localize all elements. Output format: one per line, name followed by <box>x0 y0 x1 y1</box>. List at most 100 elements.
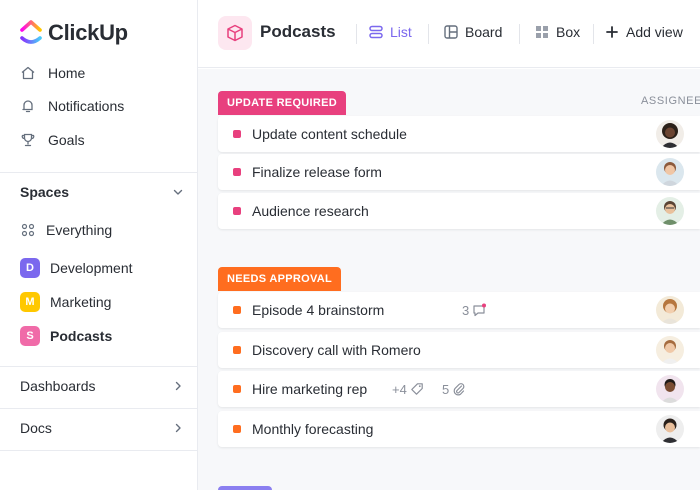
assignee-avatar[interactable] <box>656 375 684 403</box>
space-badge-marketing: M <box>20 292 40 312</box>
avatar-person-icon <box>656 415 684 443</box>
task-row[interactable]: Audience research <box>218 193 700 229</box>
task-name[interactable]: Episode 4 brainstorm <box>252 302 384 318</box>
comment-count[interactable]: 3 <box>462 302 487 318</box>
assignee-avatar[interactable] <box>656 158 684 186</box>
dashboards-label: Dashboards <box>20 378 96 394</box>
space-everything[interactable]: Everything <box>20 222 112 238</box>
sidebar-divider <box>0 450 198 451</box>
task-row[interactable]: Hire marketing rep +4 5 <box>218 371 700 407</box>
sidebar-divider <box>0 408 198 409</box>
tab-board[interactable]: Board <box>443 24 502 40</box>
cube-icon <box>227 24 243 42</box>
tab-box[interactable]: Box <box>534 24 580 40</box>
status-group-next[interactable] <box>218 486 272 490</box>
spaces-header[interactable]: Spaces <box>20 184 184 200</box>
tag-count-value: +4 <box>392 381 407 397</box>
list-icon <box>369 25 383 39</box>
board-icon <box>444 25 458 39</box>
task-row[interactable]: Update content schedule <box>218 116 700 152</box>
nav-home[interactable]: Home <box>20 65 85 81</box>
status-group-update-required[interactable]: UPDATE REQUIRED <box>218 91 347 115</box>
space-podcasts[interactable]: S Podcasts <box>20 326 112 346</box>
nav-notifications[interactable]: Notifications <box>20 98 124 114</box>
sidebar-divider <box>0 172 198 173</box>
avatar-person-icon <box>656 158 684 186</box>
avatar-person-icon <box>656 197 684 225</box>
space-development[interactable]: D Development <box>20 258 133 278</box>
spaces-label: Spaces <box>20 184 70 200</box>
chevron-down-icon[interactable] <box>172 186 184 198</box>
sidebar-section-docs[interactable]: Docs <box>20 420 184 436</box>
space-marketing[interactable]: M Marketing <box>20 292 111 312</box>
header-divider <box>519 24 520 44</box>
tab-list-label: List <box>390 24 412 40</box>
list-view: UPDATE REQUIRED ASSIGNEE Update content … <box>198 69 700 490</box>
app-logo-text: ClickUp <box>48 20 128 45</box>
bell-icon <box>22 100 33 113</box>
space-podcasts-label: Podcasts <box>50 328 113 344</box>
comment-icon <box>473 303 487 317</box>
assignee-avatar[interactable] <box>656 296 684 324</box>
paperclip-icon <box>453 383 465 396</box>
space-badge-development: D <box>20 258 40 278</box>
assignee-avatar[interactable] <box>656 120 684 148</box>
attachment-count[interactable]: 5 <box>442 382 466 397</box>
avatar-person-icon <box>656 375 684 403</box>
task-row[interactable]: Monthly forecasting <box>218 411 700 447</box>
add-view-label: Add view <box>626 24 683 40</box>
attachment-count-value: 5 <box>442 381 450 397</box>
task-name[interactable]: Update content schedule <box>252 126 407 142</box>
app-logo[interactable]: ClickUp <box>20 20 128 46</box>
chevron-right-icon <box>175 423 181 433</box>
status-group-needs-approval[interactable]: NEEDS APPROVAL <box>218 267 342 291</box>
tab-list[interactable]: List <box>368 24 412 40</box>
header-divider <box>356 24 357 44</box>
sidebar-divider <box>0 366 198 367</box>
page-title: Podcasts <box>260 22 336 41</box>
header-divider <box>593 24 594 44</box>
tag-count[interactable]: +4 <box>392 382 424 397</box>
avatar-person-icon <box>656 120 684 148</box>
nav-notifications-label: Notifications <box>48 98 125 114</box>
space-development-label: Development <box>50 260 133 276</box>
task-name[interactable]: Monthly forecasting <box>252 421 373 437</box>
task-name[interactable]: Discovery call with Romero <box>252 342 421 358</box>
task-row[interactable]: Discovery call with Romero <box>218 332 700 368</box>
header-divider <box>428 24 429 44</box>
home-icon <box>21 66 35 80</box>
page-header: Podcasts List Board Box Add view <box>198 0 700 68</box>
chevron-right-icon <box>175 381 181 391</box>
task-name[interactable]: Finalize release form <box>252 164 382 180</box>
assignee-avatar[interactable] <box>656 415 684 443</box>
nav-goals-label: Goals <box>48 132 85 148</box>
clickup-logo-icon <box>20 20 42 44</box>
status-dot <box>233 130 241 138</box>
assignee-column-header: ASSIGNEE <box>641 95 700 107</box>
status-dot <box>233 425 241 433</box>
status-dot <box>233 346 241 354</box>
status-dot <box>233 207 241 215</box>
status-dot <box>233 306 241 314</box>
space-everything-label: Everything <box>46 222 113 238</box>
sidebar-section-dashboards[interactable]: Dashboards <box>20 378 184 394</box>
assignee-avatar[interactable] <box>656 336 684 364</box>
nav-goals[interactable]: Goals <box>20 132 85 148</box>
task-row[interactable]: Finalize release form <box>218 154 700 190</box>
task-name[interactable]: Audience research <box>252 203 369 219</box>
task-name[interactable]: Hire marketing rep <box>252 381 367 397</box>
add-view-button[interactable]: Add view <box>604 24 683 40</box>
space-marketing-label: Marketing <box>50 294 112 310</box>
tab-box-label: Box <box>556 24 581 40</box>
comment-count-value: 3 <box>462 302 470 318</box>
avatar-person-icon <box>656 336 684 364</box>
space-badge-podcasts: S <box>20 326 40 346</box>
status-dot <box>233 385 241 393</box>
grid-dots-icon <box>21 223 35 237</box>
tab-board-label: Board <box>465 24 503 40</box>
task-row[interactable]: Episode 4 brainstorm 3 <box>218 292 700 328</box>
sidebar: ClickUp Home Notifications Goals Spaces … <box>0 0 198 490</box>
project-icon <box>218 16 252 50</box>
assignee-avatar[interactable] <box>656 197 684 225</box>
avatar-person-icon <box>656 296 684 324</box>
